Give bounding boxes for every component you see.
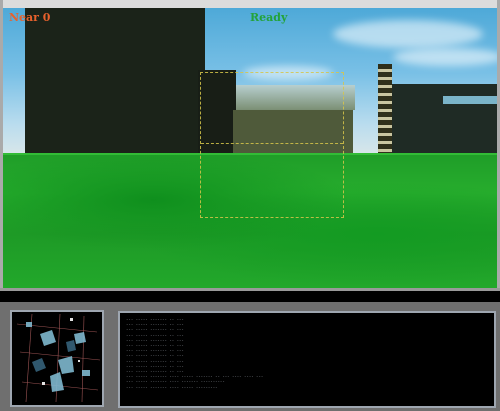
building-right-window-band [443, 96, 497, 104]
striped-tower [378, 64, 392, 153]
building-right [391, 84, 497, 153]
viewport-divider [0, 288, 500, 302]
viewport-top-strip [3, 0, 497, 8]
message-console[interactable]: --- ----- ------- -- --- --- ----- -----… [118, 311, 496, 408]
hud-status-label: Ready [250, 11, 288, 24]
console-line: --- ----- ------- ---- ----- --------- [126, 384, 218, 390]
bottom-panel: --- ----- ------- -- --- --- ----- -----… [0, 302, 500, 411]
minimap[interactable] [10, 310, 104, 407]
target-selection-box [200, 72, 344, 218]
3d-viewport[interactable]: Near 0 Ready [0, 0, 500, 288]
building-left [25, 8, 205, 153]
hud-top-left-label: Near 0 [9, 11, 51, 24]
minimap-map-graphic [16, 313, 101, 403]
